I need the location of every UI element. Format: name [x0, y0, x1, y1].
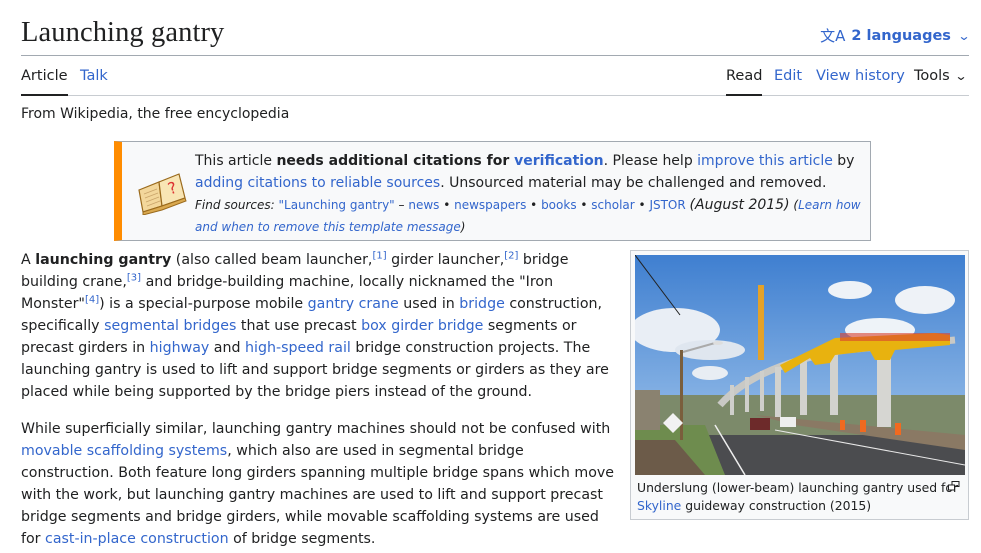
text: ) is a special-purpose mobile: [99, 296, 308, 312]
notice-bold: needs additional citations for: [276, 153, 515, 169]
separator: •: [634, 198, 650, 212]
tab-talk[interactable]: Talk: [80, 68, 108, 94]
figure-thumbnail: Underslung (lower-beam) launching gantry…: [630, 250, 969, 520]
text: (also called beam launcher,: [171, 252, 373, 268]
second-paragraph: While superficially similar, launching g…: [21, 418, 617, 550]
tab-view-history[interactable]: View history: [816, 68, 905, 94]
term-bold: launching gantry: [35, 252, 172, 268]
launching-gantry-photo[interactable]: [635, 255, 965, 475]
text: A: [21, 252, 36, 268]
text: girder launcher,: [386, 252, 505, 268]
chevron-down-icon: ⌄: [954, 69, 968, 83]
chevron-down-icon: ⌄: [957, 28, 971, 43]
citation-needed-notice: ? This article needs additional citation…: [114, 141, 871, 241]
page-tabs: Article Talk Read Edit View history Tool…: [21, 56, 969, 96]
adding-citations-link[interactable]: adding citations to reliable sources: [195, 175, 440, 191]
reference-4[interactable]: [4]: [85, 294, 99, 305]
reference-2[interactable]: [2]: [504, 250, 518, 261]
bridge-link[interactable]: bridge: [459, 296, 505, 312]
verification-link[interactable]: verification: [514, 153, 604, 169]
enlarge-icon[interactable]: [948, 481, 960, 491]
intro-paragraph: A launching gantry (also called beam lau…: [21, 249, 617, 403]
find-sources-label: Find sources:: [195, 198, 275, 212]
separator: –: [394, 198, 409, 212]
skyline-link[interactable]: Skyline: [637, 498, 681, 513]
improve-article-link[interactable]: improve this article: [697, 153, 833, 169]
highway-link[interactable]: highway: [150, 340, 210, 356]
find-sources-line: Find sources: "Launching gantry" – news …: [195, 194, 865, 238]
reference-1[interactable]: [1]: [372, 250, 386, 261]
paren: ): [460, 220, 466, 234]
notice-date: (August 2015): [689, 197, 790, 213]
source-link-newspapers[interactable]: newspapers: [454, 198, 526, 212]
figure-caption: Underslung (lower-beam) launching gantry…: [637, 479, 963, 515]
translate-icon: 文A: [820, 27, 846, 45]
source-link-news[interactable]: news: [408, 198, 439, 212]
text: of bridge segments.: [228, 531, 376, 547]
tab-read[interactable]: Read: [726, 68, 763, 96]
cast-in-place-link[interactable]: cast-in-place construction: [45, 531, 229, 547]
tab-article[interactable]: Article: [21, 68, 68, 96]
movable-scaffolding-link[interactable]: movable scaffolding systems: [21, 443, 227, 459]
high-speed-rail-link[interactable]: high-speed rail: [245, 340, 351, 356]
tab-edit[interactable]: Edit: [774, 68, 802, 94]
notice-text-part: by: [832, 153, 855, 169]
notice-text: This article needs additional citations …: [195, 150, 865, 238]
separator: •: [526, 198, 542, 212]
text: While superficially similar, launching g…: [21, 421, 611, 437]
separator: •: [439, 198, 455, 212]
open-book-question-icon: ?: [138, 173, 187, 215]
caption-text: Underslung (lower-beam) launching gantry…: [637, 480, 959, 495]
caption-text: guideway construction (2015): [681, 498, 872, 513]
source-link-jstor[interactable]: JSTOR: [649, 198, 685, 212]
text: that use precast: [236, 318, 362, 334]
segmental-bridges-link[interactable]: segmental bridges: [104, 318, 236, 334]
find-query-link[interactable]: "Launching gantry": [279, 198, 395, 212]
languages-button[interactable]: 文A 2 languages ⌄: [820, 25, 971, 46]
text: used in: [398, 296, 460, 312]
notice-text-part: This article: [195, 153, 277, 169]
tools-menu-button[interactable]: Tools ⌄: [914, 68, 968, 94]
text: and: [209, 340, 246, 356]
page-title: Launching gantry: [21, 17, 225, 48]
site-tagline: From Wikipedia, the free encyclopedia: [21, 106, 290, 122]
box-girder-bridge-link[interactable]: box girder bridge: [361, 318, 483, 334]
tools-label: Tools: [914, 68, 950, 84]
gantry-crane-link[interactable]: gantry crane: [308, 296, 399, 312]
notice-text-part: . Please help: [603, 153, 698, 169]
source-link-books[interactable]: books: [541, 198, 577, 212]
reference-3[interactable]: [3]: [127, 272, 141, 283]
title-row: Launching gantry 文A 2 languages ⌄: [21, 14, 971, 56]
notice-text-part: . Unsourced material may be challenged a…: [440, 175, 827, 191]
languages-label: 2 languages: [851, 27, 951, 44]
separator: •: [576, 198, 592, 212]
source-link-scholar[interactable]: scholar: [591, 198, 634, 212]
